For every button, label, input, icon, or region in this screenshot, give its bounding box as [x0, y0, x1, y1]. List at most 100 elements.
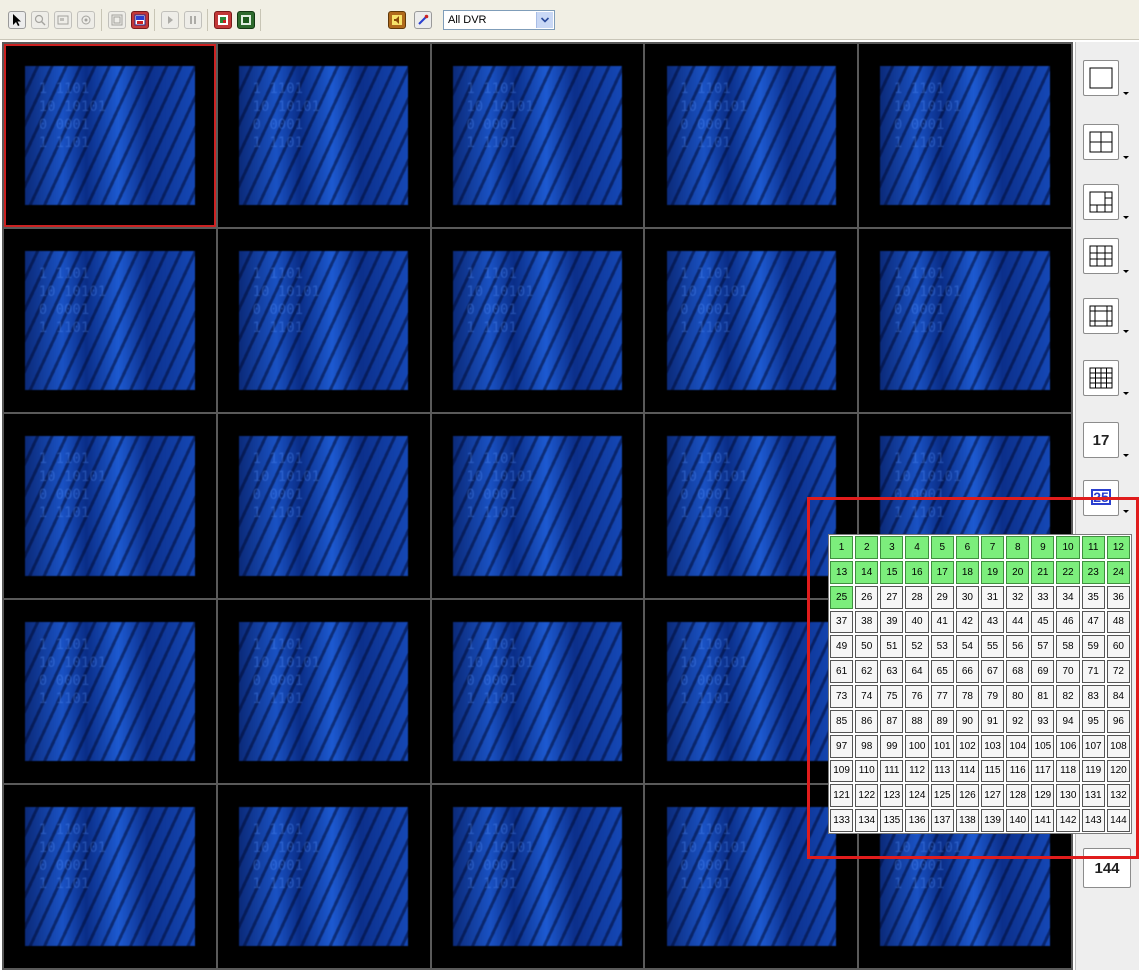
video-feed-image: 1 1101 10 10101 0 0001 1 1101: [25, 251, 195, 391]
camera-tile[interactable]: 1 1101 10 10101 0 0001 1 1101: [431, 599, 644, 783]
chevron-down-icon[interactable]: [1123, 328, 1131, 336]
full-screen-icon: [111, 14, 123, 26]
pause-button[interactable]: [184, 11, 202, 29]
camera-tile[interactable]: 1 1101 10 10101 0 0001 1 1101: [431, 784, 644, 968]
ptz-button[interactable]: [77, 11, 95, 29]
video-feed-image: 1 1101 10 10101 0 0001 1 1101: [666, 65, 836, 206]
camera-tile[interactable]: 1 1101 10 10101 0 0001 1 1101: [4, 414, 216, 598]
video-feed-image: 1 1101 10 10101 0 0001 1 1101: [25, 65, 195, 206]
highlight-frame: [807, 497, 1139, 859]
toolbar-separator: [101, 9, 102, 31]
full-screen-button[interactable]: [108, 11, 126, 29]
video-feed-image: 1 1101 10 10101 0 0001 1 1101: [452, 436, 623, 576]
save-button[interactable]: [237, 11, 255, 29]
feed-overlay-text: 1 1101 10 10101 0 0001 1 1101: [38, 636, 107, 707]
layout-16-button[interactable]: [1083, 360, 1119, 396]
layout-17-button[interactable]: 17: [1083, 422, 1119, 458]
select-pointer-icon: [13, 14, 21, 26]
play-icon: [168, 16, 173, 24]
sixteen-view-icon: [1089, 367, 1113, 389]
feed-overlay-text: 1 1101 10 10101 0 0001 1 1101: [680, 636, 748, 707]
toolbar-separator: [260, 9, 261, 31]
layout-4-button[interactable]: [1083, 124, 1119, 160]
feed-overlay-text: 1 1101 10 10101 0 0001 1 1101: [38, 451, 107, 522]
camera-tile[interactable]: 1 1101 10 10101 0 0001 1 1101: [217, 599, 430, 783]
audio-icon: [392, 15, 402, 25]
camera-tile[interactable]: 1 1101 10 10101 0 0001 1 1101: [217, 44, 430, 228]
dvr-select[interactable]: All DVR: [443, 10, 555, 30]
video-feed-image: 1 1101 10 10101 0 0001 1 1101: [880, 251, 1050, 391]
layout-13-button[interactable]: [1083, 298, 1119, 334]
feed-overlay-text: 1 1101 10 10101 0 0001 1 1101: [466, 80, 534, 151]
video-feed-image: 1 1101 10 10101 0 0001 1 1101: [452, 251, 623, 391]
feed-overlay-text: 1 1101 10 10101 0 0001 1 1101: [252, 451, 320, 522]
chevron-down-icon[interactable]: [1123, 90, 1131, 98]
feed-overlay-text: 1 1101 10 10101 0 0001 1 1101: [680, 80, 748, 151]
video-feed-image: 1 1101 10 10101 0 0001 1 1101: [238, 436, 409, 576]
quad-view-icon: [1089, 131, 1113, 153]
camera-tile[interactable]: 1 1101 10 10101 0 0001 1 1101: [217, 229, 430, 413]
zoom-button[interactable]: [31, 11, 49, 29]
feed-overlay-text: 1 1101 10 10101 0 0001 1 1101: [466, 266, 534, 337]
camera-tile[interactable]: 1 1101 10 10101 0 0001 1 1101: [645, 229, 858, 413]
pause-icon: [190, 16, 196, 24]
video-feed-image: 1 1101 10 10101 0 0001 1 1101: [452, 65, 623, 206]
feed-overlay-text: 1 1101 10 10101 0 0001 1 1101: [680, 821, 748, 892]
camera-tile[interactable]: 1 1101 10 10101 0 0001 1 1101: [859, 229, 1071, 413]
settings-icon: [418, 14, 429, 25]
layout-9-button[interactable]: [1083, 238, 1119, 274]
layout-6-button[interactable]: [1083, 184, 1119, 220]
select-pointer-button[interactable]: [8, 11, 26, 29]
chevron-down-icon[interactable]: [1123, 390, 1131, 398]
play-button[interactable]: [161, 11, 179, 29]
camera-tile[interactable]: 1 1101 10 10101 0 0001 1 1101: [431, 229, 644, 413]
single-view-icon: [1089, 67, 1113, 89]
camera-tile[interactable]: 1 1101 10 10101 0 0001 1 1101: [645, 44, 858, 228]
feed-overlay-text: 1 1101 10 10101 0 0001 1 1101: [893, 266, 962, 337]
snapshot-button[interactable]: [54, 11, 72, 29]
chevron-down-icon[interactable]: [1123, 154, 1131, 162]
settings-button[interactable]: [414, 11, 432, 29]
snapshot-icon: [57, 15, 69, 25]
chevron-down-icon[interactable]: [1123, 452, 1131, 460]
camera-tile[interactable]: 1 1101 10 10101 0 0001 1 1101: [431, 44, 644, 228]
camera-tile[interactable]: 1 1101 10 10101 0 0001 1 1101: [4, 44, 216, 228]
camera-tile[interactable]: 1 1101 10 10101 0 0001 1 1101: [859, 44, 1071, 228]
feed-overlay-text: 1 1101 10 10101 0 0001 1 1101: [680, 451, 748, 522]
ptz-icon: [81, 15, 91, 25]
nine-view-icon: [1089, 245, 1113, 267]
video-feed-image: 1 1101 10 10101 0 0001 1 1101: [25, 621, 195, 761]
feed-overlay-text: 1 1101 10 10101 0 0001 1 1101: [252, 80, 320, 151]
record-button[interactable]: [214, 11, 232, 29]
camera-tile[interactable]: 1 1101 10 10101 0 0001 1 1101: [431, 414, 644, 598]
save-icon: [241, 15, 251, 25]
video-feed-image: 1 1101 10 10101 0 0001 1 1101: [452, 621, 623, 761]
video-feed-image: 1 1101 10 10101 0 0001 1 1101: [238, 65, 409, 206]
feed-overlay-text: 1 1101 10 10101 0 0001 1 1101: [252, 821, 320, 892]
layout-1-button[interactable]: [1083, 60, 1119, 96]
record-icon: [218, 15, 228, 25]
feed-overlay-text: 1 1101 10 10101 0 0001 1 1101: [252, 636, 320, 707]
video-feed-image: 1 1101 10 10101 0 0001 1 1101: [238, 621, 409, 761]
camera-tile[interactable]: 1 1101 10 10101 0 0001 1 1101: [217, 414, 430, 598]
layout-17-label: 17: [1092, 431, 1110, 449]
chevron-down-icon[interactable]: [1123, 268, 1131, 276]
feed-overlay-text: 1 1101 10 10101 0 0001 1 1101: [466, 451, 534, 522]
camera-tile[interactable]: 1 1101 10 10101 0 0001 1 1101: [217, 784, 430, 968]
camera-tile[interactable]: 1 1101 10 10101 0 0001 1 1101: [4, 229, 216, 413]
video-feed-image: 1 1101 10 10101 0 0001 1 1101: [238, 806, 409, 946]
chevron-down-icon[interactable]: [1123, 214, 1131, 222]
feed-overlay-text: 1 1101 10 10101 0 0001 1 1101: [466, 636, 534, 707]
chevron-down-icon[interactable]: [536, 12, 553, 28]
dvr-select-value: All DVR: [448, 14, 487, 26]
toolbar: All DVR: [0, 0, 1139, 40]
feed-overlay-text: 1 1101 10 10101 0 0001 1 1101: [38, 80, 107, 151]
feed-overlay-text: 1 1101 10 10101 0 0001 1 1101: [680, 266, 748, 337]
audio-button[interactable]: [388, 11, 406, 29]
multi-screen-button[interactable]: [131, 11, 149, 29]
feed-overlay-text: 1 1101 10 10101 0 0001 1 1101: [466, 821, 534, 892]
video-feed-image: 1 1101 10 10101 0 0001 1 1101: [452, 806, 623, 946]
feed-overlay-text: 1 1101 10 10101 0 0001 1 1101: [38, 266, 107, 337]
camera-tile[interactable]: 1 1101 10 10101 0 0001 1 1101: [4, 599, 216, 783]
camera-tile[interactable]: 1 1101 10 10101 0 0001 1 1101: [4, 784, 216, 968]
